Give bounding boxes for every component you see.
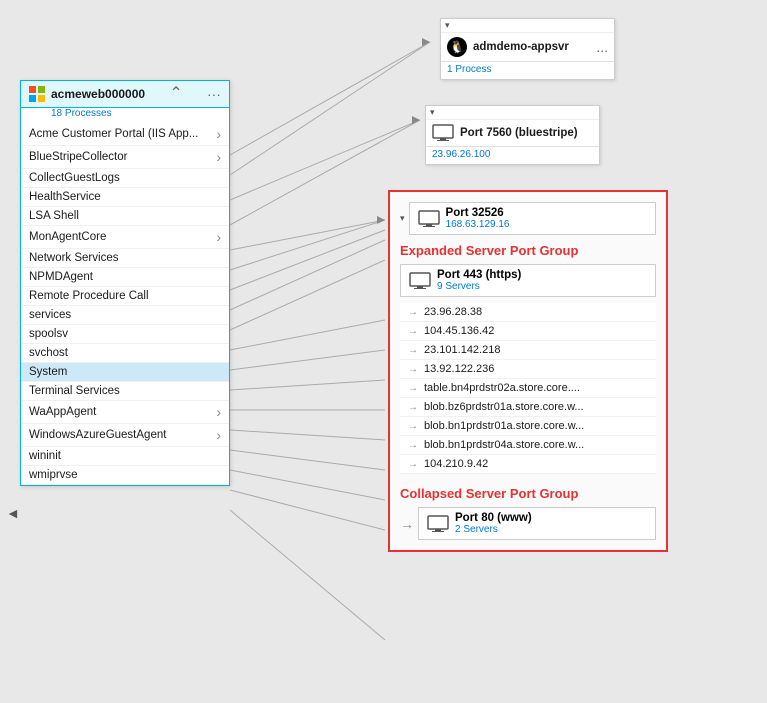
collapse-button[interactable]: ⌃ bbox=[169, 86, 182, 102]
port-80-title: Port 80 (www) bbox=[455, 512, 532, 524]
appsvr-subtitle: 1 Process bbox=[441, 62, 614, 79]
system-left-arrow: ◄ bbox=[6, 503, 16, 523]
port-443-subtitle: 9 Servers bbox=[437, 281, 521, 292]
list-item[interactable]: Network Services bbox=[21, 249, 229, 268]
list-item[interactable]: System bbox=[21, 363, 229, 382]
list-item[interactable]: wmiprvse bbox=[21, 466, 229, 485]
port-7560-subtitle: 23.96.26.100 bbox=[426, 147, 599, 164]
server-ip-item[interactable]: 23.101.142.218 bbox=[400, 341, 656, 360]
server-ip-item[interactable]: table.bn4prdstr02a.store.core.... bbox=[400, 379, 656, 398]
list-item[interactable]: Remote Procedure Call bbox=[21, 287, 229, 306]
port-80-subtitle: 2 Servers bbox=[455, 524, 532, 535]
server-ip-item[interactable]: 104.45.136.42 bbox=[400, 322, 656, 341]
more-button[interactable]: ··· bbox=[207, 86, 221, 102]
collapsed-group-title: Collapsed Server Port Group bbox=[400, 486, 656, 501]
appsvr-node[interactable]: ▾ 🐧 admdemo-appsvr ... 1 Process bbox=[440, 18, 615, 80]
port-32526-card[interactable]: Port 32526 168.63.129.16 bbox=[409, 202, 656, 235]
list-item[interactable]: HealthService bbox=[21, 188, 229, 207]
collapse-indicator-7560: ▾ bbox=[426, 106, 599, 120]
monitor-icon-443 bbox=[409, 272, 431, 290]
server-ip-item[interactable]: blob.bz6prdstr01a.store.core.w... bbox=[400, 398, 656, 417]
list-item[interactable]: MonAgentCore bbox=[21, 226, 229, 249]
list-item[interactable]: WaAppAgent bbox=[21, 401, 229, 424]
port-80-card[interactable]: Port 80 (www) 2 Servers bbox=[418, 507, 656, 540]
port-443-card[interactable]: Port 443 (https) 9 Servers bbox=[400, 264, 656, 297]
monitor-icon-80 bbox=[427, 515, 449, 533]
server-ip-item[interactable]: 23.96.28.38 bbox=[400, 303, 656, 322]
list-item[interactable]: CollectGuestLogs bbox=[21, 169, 229, 188]
list-item[interactable]: svchost bbox=[21, 344, 229, 363]
list-item[interactable]: Acme Customer Portal (IIS App... bbox=[21, 123, 229, 146]
port-32526-header-row: ▾ Port 32526 168.63.129.16 bbox=[400, 202, 656, 235]
panel-subtitle: 18 Processes bbox=[43, 108, 229, 123]
port-32526-subtitle: 168.63.129.16 bbox=[446, 219, 510, 230]
port-80-row: → Port 80 (www) 2 Servers bbox=[400, 507, 656, 540]
list-item[interactable]: wininit bbox=[21, 447, 229, 466]
port-443-title: Port 443 (https) bbox=[437, 269, 521, 281]
list-item[interactable]: BlueStripeCollector bbox=[21, 146, 229, 169]
list-item[interactable]: services bbox=[21, 306, 229, 325]
server-ip-list: 23.96.28.38104.45.136.4223.101.142.21813… bbox=[400, 303, 656, 474]
port-7560-title: Port 7560 (bluestripe) bbox=[460, 127, 578, 139]
monitor-icon-32526 bbox=[418, 210, 440, 228]
panel-title: acmeweb000000 bbox=[51, 87, 145, 101]
list-item[interactable]: NPMDAgent bbox=[21, 268, 229, 287]
list-item[interactable]: LSA Shell bbox=[21, 207, 229, 226]
process-list: Acme Customer Portal (IIS App...BlueStri… bbox=[21, 123, 229, 485]
left-panel: acmeweb000000 ⌃ ··· 18 Processes Acme Cu… bbox=[20, 80, 230, 486]
collapse-indicator: ▾ bbox=[441, 19, 614, 33]
expanded-group: ▾ Port 32526 168.63.129.16 Expanded Serv… bbox=[388, 190, 668, 552]
server-ip-item[interactable]: 13.92.122.236 bbox=[400, 360, 656, 379]
server-ip-item[interactable]: blob.bn1prdstr01a.store.core.w... bbox=[400, 417, 656, 436]
windows-icon bbox=[29, 86, 45, 102]
linux-icon: 🐧 bbox=[447, 37, 467, 57]
monitor-icon-7560 bbox=[432, 124, 454, 142]
expanded-group-title: Expanded Server Port Group bbox=[400, 243, 656, 258]
server-ip-item[interactable]: 104.210.9.42 bbox=[400, 455, 656, 474]
port-7560-node[interactable]: ▾ Port 7560 (bluestripe) 23.96.26.100 bbox=[425, 105, 600, 165]
left-panel-header: acmeweb000000 ⌃ ··· bbox=[21, 81, 229, 108]
appsvr-more[interactable]: ... bbox=[596, 39, 608, 55]
port-7560-header: Port 7560 (bluestripe) bbox=[426, 120, 599, 147]
list-item[interactable]: spoolsv bbox=[21, 325, 229, 344]
list-item[interactable]: WindowsAzureGuestAgent bbox=[21, 424, 229, 447]
list-item[interactable]: Terminal Services bbox=[21, 382, 229, 401]
server-ip-item[interactable]: blob.bn1prdstr04a.store.core.w... bbox=[400, 436, 656, 455]
appsvr-title: admdemo-appsvr bbox=[473, 41, 569, 53]
port-32526-title: Port 32526 bbox=[446, 207, 510, 219]
appsvr-header: 🐧 admdemo-appsvr ... bbox=[441, 33, 614, 62]
